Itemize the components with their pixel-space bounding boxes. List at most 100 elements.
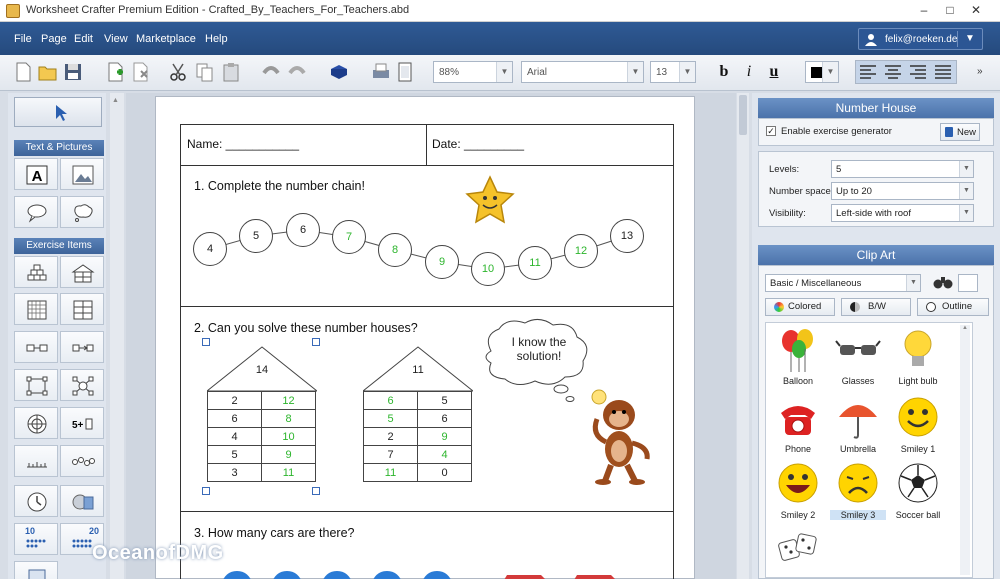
house-cell[interactable]: 11 (261, 463, 316, 482)
open-folder-icon[interactable] (37, 61, 59, 83)
menu-file[interactable]: File (14, 33, 32, 45)
clip-glasses[interactable]: Glasses (830, 327, 886, 391)
clip-art-category-select[interactable]: Basic / Miscellaneous ▼ (765, 274, 921, 292)
clip-art-search-input[interactable] (958, 274, 978, 292)
house-cell[interactable]: 3 (207, 463, 262, 482)
undo-icon[interactable] (260, 61, 282, 83)
money-tool-button[interactable] (60, 485, 104, 517)
chain-item[interactable]: 13 (610, 219, 644, 253)
select-tool-button[interactable] (14, 97, 102, 127)
resize-handle[interactable] (202, 338, 210, 346)
redo-icon[interactable] (286, 61, 308, 83)
chain-item[interactable]: 9 (425, 245, 459, 279)
house-cell[interactable]: 9 (417, 427, 472, 446)
bead-chain-tool-button[interactable] (60, 445, 104, 477)
bold-button[interactable]: b (713, 61, 735, 83)
resize-handle[interactable] (202, 487, 210, 495)
close-button[interactable]: ✕ (964, 0, 988, 20)
font-size-select[interactable]: 13 ▼ (650, 61, 696, 83)
house-cell[interactable]: 7 (363, 445, 418, 464)
user-account-menu[interactable]: felix@roeken.de ▼ (858, 28, 983, 50)
connect-tool-button[interactable] (14, 369, 58, 401)
resize-handle[interactable] (312, 487, 320, 495)
house-cell[interactable]: 11 (363, 463, 418, 482)
resize-handle[interactable] (312, 338, 320, 346)
clip-smiley-3[interactable]: Smiley 3 (830, 461, 886, 525)
monkey-clipart[interactable] (579, 387, 659, 487)
maximize-button[interactable]: □ (938, 0, 962, 20)
house-cell[interactable]: 5 (207, 445, 262, 464)
house-2-roof-value[interactable]: 11 (405, 364, 431, 376)
house-cell[interactable]: 8 (261, 409, 316, 428)
thought-bubble-tool-button[interactable] (60, 196, 104, 228)
house-cell[interactable]: 4 (207, 427, 262, 446)
clip-dice[interactable] (770, 527, 826, 575)
speech-bubble-tool-button[interactable] (14, 196, 58, 228)
menu-help[interactable]: Help (205, 33, 228, 45)
canvas-scrollbar[interactable] (737, 93, 749, 579)
scroll-up-icon[interactable]: ▲ (112, 97, 122, 107)
enable-generator-checkbox[interactable]: ✓ (766, 126, 776, 136)
font-select[interactable]: Arial ▼ (521, 61, 644, 83)
visibility-select[interactable]: Left-side with roof ▼ (831, 204, 974, 222)
house-cell[interactable]: 2 (363, 427, 418, 446)
chain-item[interactable]: 8 (378, 233, 412, 267)
binoculars-icon[interactable] (933, 274, 953, 290)
house-cell[interactable]: 5 (363, 409, 418, 428)
print-icon[interactable] (370, 61, 392, 83)
number-pyramid-tool-button[interactable] (14, 256, 58, 288)
dots-10-tool-button[interactable]: 10 (14, 523, 58, 555)
house-cell[interactable]: 10 (261, 427, 316, 446)
toolbar-overflow-button[interactable]: » (977, 66, 983, 77)
chain-tool-button[interactable] (14, 331, 58, 363)
align-justify-icon[interactable] (932, 61, 954, 83)
hundred-board-tool-button[interactable] (14, 407, 58, 439)
menu-marketplace[interactable]: Marketplace (136, 33, 196, 45)
chain-item[interactable]: 11 (518, 246, 552, 280)
menu-view[interactable]: View (104, 33, 128, 45)
house-cell[interactable]: 6 (363, 391, 418, 410)
align-left-icon[interactable] (857, 61, 879, 83)
house-cell[interactable]: 9 (261, 445, 316, 464)
clip-smiley-2[interactable]: Smiley 2 (770, 461, 826, 525)
chain-item[interactable]: 5 (239, 219, 273, 253)
align-right-icon[interactable] (907, 61, 929, 83)
clock-tool-button[interactable] (14, 485, 58, 517)
color-select[interactable]: ▼ (805, 61, 839, 83)
clip-light-bulb[interactable]: Light bulb (890, 327, 946, 391)
minimize-button[interactable]: – (912, 0, 936, 20)
delete-page-icon[interactable] (130, 61, 152, 83)
clip-phone[interactable]: Phone (770, 395, 826, 459)
copy-icon[interactable] (194, 61, 216, 83)
italic-button[interactable]: i (738, 61, 760, 83)
house-cell[interactable]: 5 (417, 391, 472, 410)
align-center-icon[interactable] (882, 61, 904, 83)
clip-balloon[interactable]: Balloon (770, 327, 826, 391)
chain-item[interactable]: 6 (286, 213, 320, 247)
menu-page[interactable]: Page (41, 33, 67, 45)
house-cell[interactable]: 6 (417, 409, 472, 428)
cross-connect-tool-button[interactable] (60, 369, 104, 401)
clip-umbrella[interactable]: Umbrella (830, 395, 886, 459)
menu-edit[interactable]: Edit (74, 33, 93, 45)
clip-smiley-1[interactable]: Smiley 1 (890, 395, 946, 459)
house-cell[interactable]: 4 (417, 445, 472, 464)
picture-tool-button[interactable] (60, 158, 104, 190)
grid-tool-button[interactable] (14, 293, 58, 325)
house-cell[interactable]: 6 (207, 409, 262, 428)
symbol-tool-button[interactable] (14, 561, 58, 579)
page-preview-icon[interactable] (394, 61, 416, 83)
ruler-tool-button[interactable] (14, 445, 58, 477)
name-field[interactable]: Name: ___________ (187, 137, 299, 151)
date-field[interactable]: Date: _________ (432, 137, 524, 151)
number-space-select[interactable]: Up to 20 ▼ (831, 182, 974, 200)
underline-button[interactable]: u (763, 61, 785, 83)
add-page-icon[interactable] (105, 61, 127, 83)
question-3[interactable]: 3. How many cars are there? (194, 526, 355, 540)
new-exercise-button[interactable]: New (940, 123, 980, 141)
save-icon[interactable] (62, 61, 84, 83)
calculation-tool-button[interactable]: 5+ (60, 407, 104, 439)
paste-icon[interactable] (220, 61, 242, 83)
text-tool-button[interactable]: A (14, 158, 58, 190)
clip-art-scrollbar[interactable]: ▲ (960, 325, 970, 575)
